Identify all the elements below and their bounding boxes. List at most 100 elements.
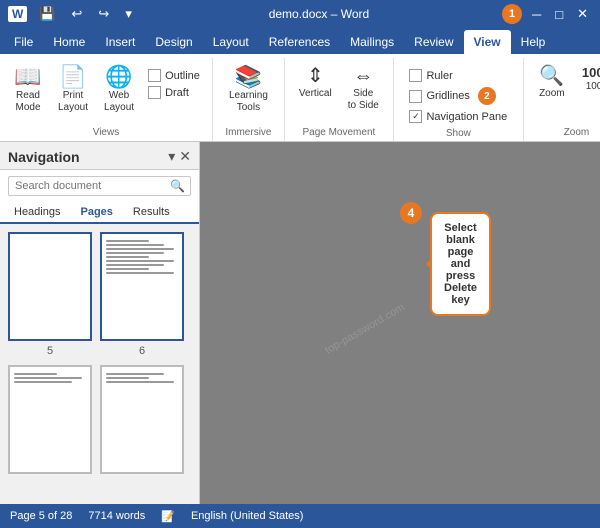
search-input[interactable] — [9, 177, 165, 195]
nav-panel-header: Navigation ▾ ✕ — [0, 142, 199, 170]
maximize-button[interactable]: □ — [551, 5, 567, 24]
word-count: 7714 words — [88, 510, 145, 522]
undo-button[interactable]: ↩ — [68, 4, 87, 24]
tab-layout[interactable]: Layout — [203, 30, 259, 54]
side-to-side-button[interactable]: ⇔ Sideto Side — [342, 62, 385, 116]
language: English (United States) — [191, 510, 304, 522]
proofing-icon: 📝 — [161, 510, 175, 523]
page-line — [106, 381, 174, 383]
read-mode-button[interactable]: 📖 ReadMode — [8, 62, 48, 118]
100-percent-button[interactable]: 100% 100% — [576, 62, 600, 97]
page-movement-group: ⇕ Vertical ⇔ Sideto Side Page Movement — [285, 58, 394, 141]
zoom-buttons: 🔍 Zoom 100% 100% — [532, 58, 600, 125]
gridlines-checkbox-label[interactable]: Gridlines 2 — [405, 86, 499, 106]
navigation-pane-checkbox-label[interactable]: ✓ Navigation Pane — [405, 109, 511, 124]
page-thumb-5[interactable]: 5 — [8, 232, 92, 357]
search-box: 🔍 — [8, 176, 191, 196]
web-layout-button[interactable]: 🌐 WebLayout — [98, 62, 140, 118]
ribbon: 📖 ReadMode 📄 PrintLayout 🌐 WebLayout Out… — [0, 54, 600, 142]
page-movement-buttons: ⇕ Vertical ⇔ Sideto Side — [293, 58, 385, 125]
callout-text: Select blankpage and pressDelete key — [444, 222, 477, 306]
draft-checkbox-label[interactable]: Draft — [144, 85, 204, 100]
ruler-checkbox[interactable] — [409, 69, 422, 82]
tab-file[interactable]: File — [4, 30, 43, 54]
nav-header-icons: ▾ ✕ — [168, 148, 191, 165]
navigation-pane-checkbox[interactable]: ✓ — [409, 110, 422, 123]
step-4-badge: 4 — [400, 202, 422, 224]
immersive-buttons: 📚 LearningTools — [221, 58, 276, 125]
page-info: Page 5 of 28 — [10, 510, 72, 522]
vertical-button[interactable]: ⇕ Vertical — [293, 62, 338, 104]
zoom-group: 🔍 Zoom 100% 100% Zoom — [524, 58, 600, 141]
page-lines-7 — [14, 371, 86, 383]
page-line — [106, 256, 149, 258]
outline-checkbox[interactable] — [148, 69, 161, 82]
page-movement-label: Page Movement — [302, 125, 375, 141]
views-group: 📖 ReadMode 📄 PrintLayout 🌐 WebLayout Out… — [0, 58, 213, 141]
tab-view[interactable]: View — [464, 30, 511, 54]
step-2-badge: 2 — [478, 87, 496, 105]
step-1-badge: 1 — [502, 4, 522, 24]
print-layout-button[interactable]: 📄 PrintLayout — [52, 62, 94, 118]
tab-insert[interactable]: Insert — [95, 30, 145, 54]
learning-tools-icon: 📚 — [235, 66, 262, 88]
nav-panel: Navigation ▾ ✕ 🔍 Headings Pages Results … — [0, 142, 200, 504]
tab-references[interactable]: References — [259, 30, 340, 54]
nav-close-button[interactable]: ✕ — [179, 148, 191, 165]
outline-checkbox-label[interactable]: Outline — [144, 68, 204, 83]
ribbon-tab-bar: File Home Insert Design Layout Reference… — [0, 28, 600, 54]
learning-tools-button[interactable]: 📚 LearningTools — [221, 62, 276, 118]
watermark: top-password.com — [323, 301, 407, 356]
tab-help[interactable]: Help — [511, 30, 556, 54]
document-title: demo.docx – Word — [136, 7, 502, 21]
nav-title: Navigation — [8, 149, 80, 165]
zoom-button[interactable]: 🔍 Zoom — [532, 62, 572, 104]
nav-collapse-button[interactable]: ▾ — [168, 148, 175, 165]
title-bar: W 💾 ↩ ↪ ▾ demo.docx – Word 1 ─ □ ✕ — [0, 0, 600, 28]
page-line — [106, 377, 149, 379]
page-thumb-8[interactable] — [100, 365, 184, 474]
tab-design[interactable]: Design — [145, 30, 202, 54]
page-lines-8 — [106, 371, 178, 383]
tab-results[interactable]: Results — [123, 202, 180, 224]
page-thumb-7[interactable] — [8, 365, 92, 474]
views-label: Views — [93, 125, 120, 141]
save-button[interactable]: 💾 — [35, 4, 59, 24]
page-line — [106, 272, 174, 274]
view-checkboxes: Outline Draft — [144, 68, 204, 100]
views-buttons: 📖 ReadMode 📄 PrintLayout 🌐 WebLayout Out… — [8, 58, 204, 125]
search-submit-button[interactable]: 🔍 — [165, 177, 190, 195]
show-label: Show — [446, 126, 471, 142]
doc-area: top-password.com 4 Select blankpage and … — [200, 142, 600, 504]
show-content: Ruler Gridlines 2 ✓ Navigation Pane — [405, 64, 511, 126]
page-num-6: 6 — [139, 345, 145, 357]
tab-home[interactable]: Home — [43, 30, 95, 54]
100-percent-icon: 100% — [582, 66, 600, 79]
callout-bubble: Select blankpage and pressDelete key — [430, 212, 491, 316]
tab-mailings[interactable]: Mailings — [340, 30, 404, 54]
page-line — [106, 248, 174, 250]
close-button[interactable]: ✕ — [573, 4, 592, 24]
page-thumb-6[interactable]: 6 — [100, 232, 184, 357]
page-line — [106, 260, 174, 262]
page-line — [14, 377, 82, 379]
draft-checkbox[interactable] — [148, 86, 161, 99]
web-layout-icon: 🌐 — [105, 66, 132, 88]
print-layout-icon: 📄 — [59, 66, 86, 88]
redo-button[interactable]: ↪ — [94, 4, 113, 24]
vertical-icon: ⇕ — [307, 66, 324, 86]
page-thumb-img-7 — [8, 365, 92, 474]
minimize-button[interactable]: ─ — [528, 5, 545, 24]
page-line — [106, 240, 149, 242]
tab-pages[interactable]: Pages — [70, 202, 122, 224]
page-line — [106, 252, 164, 254]
ruler-checkbox-label[interactable]: Ruler — [405, 68, 456, 83]
show-group: Ruler Gridlines 2 ✓ Navigation Pane Show — [394, 58, 524, 141]
tab-review[interactable]: Review — [404, 30, 463, 54]
main-area: Navigation ▾ ✕ 🔍 Headings Pages Results … — [0, 142, 600, 504]
qat-customize-button[interactable]: ▾ — [121, 4, 136, 24]
gridlines-checkbox[interactable] — [409, 90, 422, 103]
nav-tabs: Headings Pages Results — [0, 202, 199, 224]
page-thumb-img-5 — [8, 232, 92, 341]
tab-headings[interactable]: Headings — [4, 202, 70, 224]
